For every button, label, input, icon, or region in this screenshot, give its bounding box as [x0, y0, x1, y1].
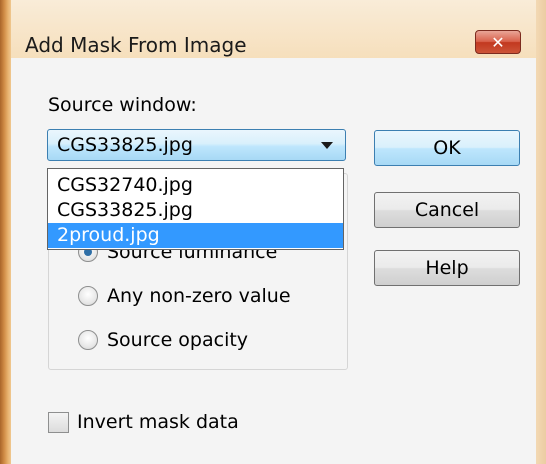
- window-border-right: [536, 0, 546, 464]
- source-window-label: Source window:: [48, 94, 197, 116]
- radio-any-non-zero-value[interactable]: Any non-zero value: [78, 282, 291, 310]
- dialog-title: Add Mask From Image: [25, 33, 247, 57]
- radio-label-source-opacity: Source opacity: [107, 329, 249, 351]
- help-button[interactable]: Help: [374, 250, 520, 286]
- radio-button[interactable]: [78, 286, 98, 306]
- cancel-button[interactable]: Cancel: [374, 192, 520, 228]
- invert-mask-data-option[interactable]: Invert mask data: [48, 408, 239, 436]
- add-mask-dialog: Add Mask From Image ✕ Source window: CGS…: [0, 0, 546, 464]
- source-window-dropdown-list: CGS32740.jpg CGS33825.jpg 2proud.jpg: [47, 168, 344, 250]
- source-window-select[interactable]: CGS33825.jpg: [47, 129, 346, 161]
- invert-mask-checkbox[interactable]: [48, 411, 69, 433]
- chevron-down-icon[interactable]: [321, 142, 333, 149]
- background-window-edge: [0, 0, 11, 464]
- dropdown-option[interactable]: CGS33825.jpg: [48, 198, 343, 223]
- source-window-selected-value: CGS33825.jpg: [57, 134, 193, 156]
- invert-mask-label: Invert mask data: [77, 411, 239, 433]
- radio-source-opacity[interactable]: Source opacity: [78, 326, 248, 354]
- radio-label-any-non-zero-value: Any non-zero value: [107, 285, 291, 307]
- radio-button[interactable]: [78, 330, 98, 350]
- ok-button[interactable]: OK: [374, 130, 520, 166]
- dropdown-option[interactable]: CGS32740.jpg: [48, 173, 343, 198]
- close-icon: ✕: [491, 32, 505, 52]
- dropdown-option-highlighted[interactable]: 2proud.jpg: [48, 223, 343, 248]
- close-button[interactable]: ✕: [475, 30, 521, 54]
